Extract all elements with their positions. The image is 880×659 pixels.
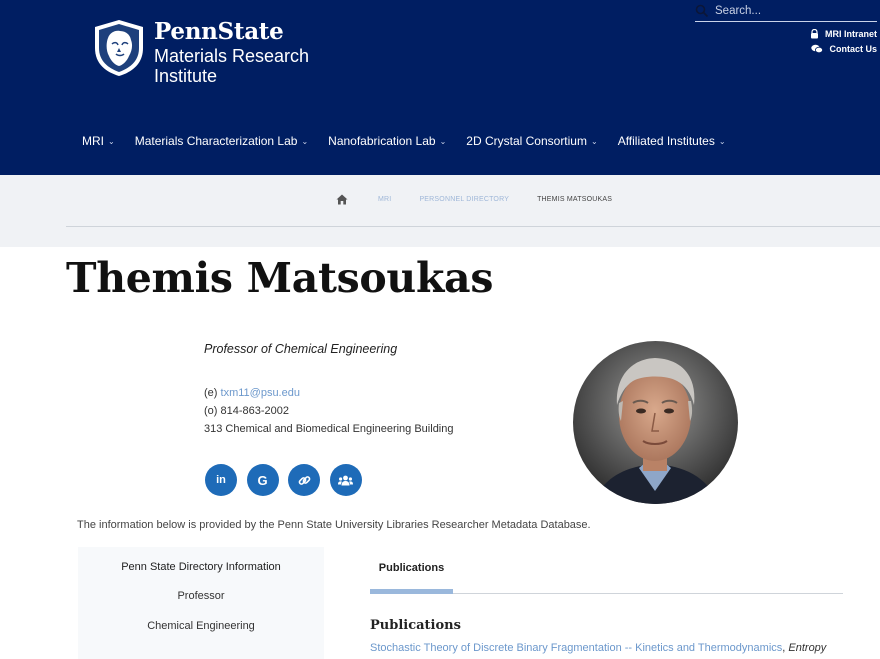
address-line: 313 Chemical and Biomedical Engineering … <box>204 423 454 435</box>
penn-state-logo[interactable]: PennState Materials Research Institute <box>92 18 309 86</box>
breadcrumb: MRI PERSONNEL DIRECTORY THEMIS MATSOUKAS <box>336 194 640 205</box>
email-line: (e) txm11@psu.edu <box>204 384 454 402</box>
profile-info: Professor of Chemical Engineering (e) tx… <box>204 342 454 438</box>
logo-subtitle-line1: Materials Research <box>154 46 310 66</box>
comments-icon <box>811 44 824 54</box>
search-box <box>695 2 877 22</box>
nav-item-materials-characterization-lab[interactable]: Materials Characterization Lab ⌄ <box>135 134 308 148</box>
publications-heading: Publications <box>370 618 461 633</box>
linkedin-icon: in <box>216 474 226 486</box>
nav-label: Nanofabrication Lab <box>328 134 436 148</box>
publication-item: Stochastic Theory of Discrete Binary Fra… <box>370 642 826 654</box>
breadcrumb-band <box>0 175 880 247</box>
nav-item-affiliated-institutes[interactable]: Affiliated Institutes ⌄ <box>618 134 726 148</box>
logo-title: PennState <box>154 18 284 45</box>
chevron-down-icon: ⌄ <box>301 136 309 146</box>
lock-icon <box>810 29 818 39</box>
directory-info-title: Penn State Directory Information <box>121 561 281 573</box>
phone-number: 814-863-2002 <box>220 405 290 417</box>
phone-line: (o) 814-863-2002 <box>204 402 454 420</box>
publication-title-link[interactable]: Stochastic Theory of Discrete Binary Fra… <box>370 642 782 654</box>
logo-subtitle-line2: Institute <box>154 66 218 86</box>
page-title: Themis Matsoukas <box>66 254 494 302</box>
mri-intranet-link[interactable]: MRI Intranet <box>810 29 877 39</box>
nav-label: Affiliated Institutes <box>617 134 715 148</box>
link-icon <box>298 475 310 485</box>
contact-us-link[interactable]: Contact Us <box>811 44 877 54</box>
breadcrumb-personnel-directory[interactable]: PERSONNEL DIRECTORY <box>419 196 509 203</box>
position-title: Professor of Chemical Engineering <box>204 342 398 356</box>
search-input[interactable] <box>715 2 875 20</box>
chevron-down-icon: ⌄ <box>108 136 115 146</box>
nittany-lion-shield-icon <box>95 20 143 76</box>
tabs-divider <box>453 593 843 594</box>
social-links: in G <box>205 464 371 496</box>
linkedin-button[interactable]: in <box>205 464 237 496</box>
nav-label: 2D Crystal Consortium <box>466 134 587 148</box>
chevron-down-icon: ⌄ <box>439 136 447 146</box>
group-button[interactable] <box>329 464 362 496</box>
contact-us-label: Contact Us <box>829 44 877 54</box>
home-icon[interactable] <box>336 194 348 205</box>
nav-label: MRI <box>82 134 104 148</box>
active-tab-indicator <box>370 589 453 594</box>
nav-item-2d-crystal-consortium[interactable]: 2D Crystal Consortium ⌄ <box>466 134 597 148</box>
breadcrumb-current: THEMIS MATSOUKAS <box>537 196 613 203</box>
google-icon: G <box>257 472 268 488</box>
nav-item-nanofabrication-lab[interactable]: Nanofabrication Lab ⌄ <box>328 134 446 148</box>
phone-label: (o) <box>204 405 218 417</box>
directory-title-line: Professor <box>177 590 225 602</box>
site-header: PennState Materials Research Institute M… <box>0 0 880 175</box>
website-link-button[interactable] <box>288 464 320 496</box>
email-label: (e) <box>204 387 218 399</box>
chevron-down-icon: ⌄ <box>718 136 726 146</box>
directory-department-line: Chemical Engineering <box>147 620 255 632</box>
google-scholar-button[interactable]: G <box>246 464 279 496</box>
mri-intranet-label: MRI Intranet <box>824 29 877 39</box>
breadcrumb-divider <box>66 226 880 227</box>
breadcrumb-mri[interactable]: MRI <box>378 196 391 203</box>
search-icon[interactable] <box>695 4 709 18</box>
publication-journal: Entropy <box>788 642 827 654</box>
email-link[interactable]: txm11@psu.edu <box>221 387 300 399</box>
nav-label: Materials Characterization Lab <box>134 134 298 148</box>
profile-photo <box>573 341 738 504</box>
users-icon <box>338 475 353 485</box>
main-nav: MRI ⌄ Materials Characterization Lab ⌄ Nan… <box>82 134 746 148</box>
chevron-down-icon: ⌄ <box>590 136 598 146</box>
directory-info-card: Penn State Directory Information Profess… <box>78 547 324 659</box>
nav-item-mri[interactable]: MRI ⌄ <box>82 134 115 148</box>
data-source-note: The information below is provided by the… <box>77 519 591 531</box>
